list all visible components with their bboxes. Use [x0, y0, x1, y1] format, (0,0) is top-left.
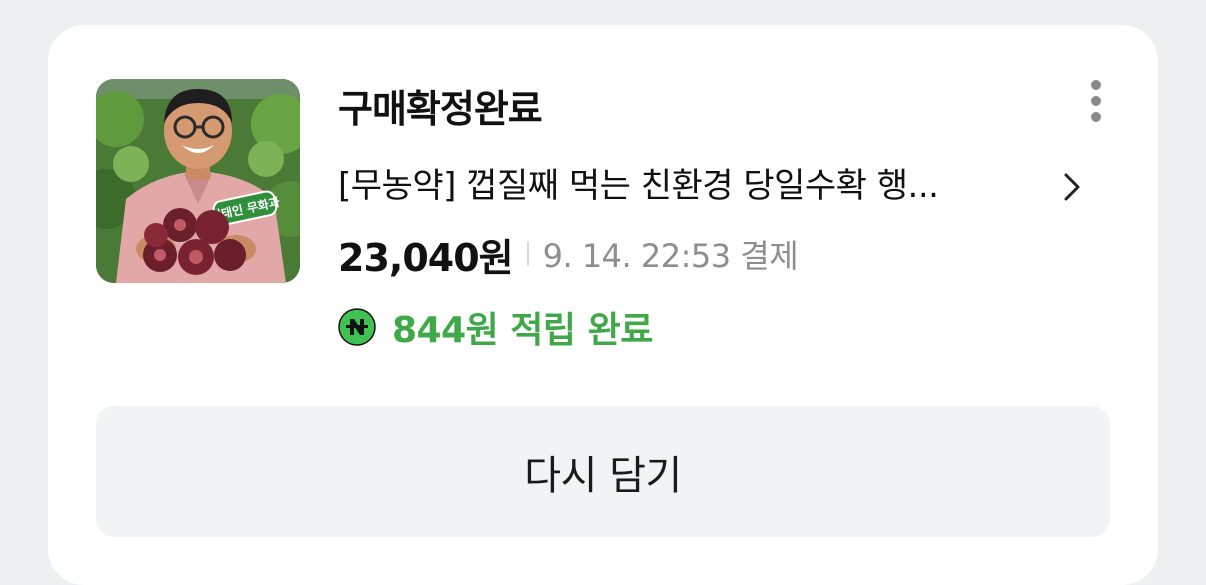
chevron-right-icon [1064, 173, 1080, 201]
divider [526, 242, 529, 266]
product-title: [무농약] 껍질째 먹는 친환경 당일수확 행... [338, 166, 939, 206]
order-status: 구매확정완료 [338, 87, 543, 131]
points-earned: 844원 적립 완료 [392, 310, 653, 351]
product-thumbnail[interactable]: 서태인 무화과 [96, 79, 300, 283]
add-to-cart-again-label: 다시 담기 [524, 452, 682, 499]
order-price: 23,040원 [338, 235, 514, 280]
order-card: 서태인 무화과 구매확정완료 [무농약] 껍질째 먹는 친환경 당일수확 행..… [48, 25, 1158, 585]
more-options-button[interactable] [1078, 77, 1114, 125]
naver-pay-icon [338, 308, 376, 346]
payment-date: 9. 14. 22:53 결제 [542, 237, 799, 275]
price-row: 23,040원 9. 14. 22:53 결제 [338, 229, 799, 280]
points-row: 844원 적립 완료 [338, 305, 653, 351]
more-vertical-icon [1091, 80, 1101, 122]
product-link[interactable]: [무농약] 껍질째 먹는 친환경 당일수확 행... [338, 161, 1098, 211]
add-to-cart-again-button[interactable]: 다시 담기 [96, 406, 1110, 537]
product-photo: 서태인 무화과 [96, 79, 300, 283]
